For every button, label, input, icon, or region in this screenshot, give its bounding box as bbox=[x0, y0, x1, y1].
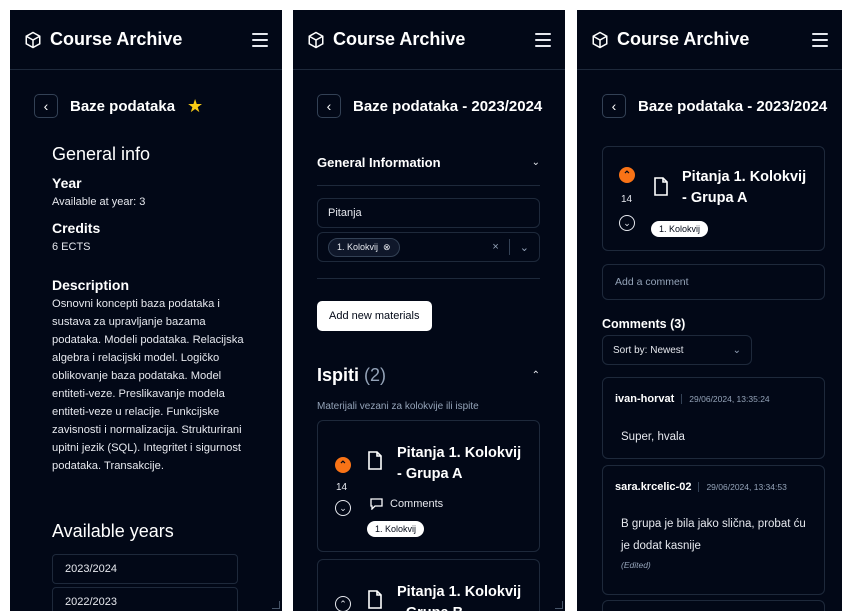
filter-chip[interactable]: 1. Kolokvij ⊗ bbox=[328, 237, 400, 257]
chevron-down-icon: ⌄ bbox=[531, 157, 540, 168]
app-header: Course Archive bbox=[577, 10, 842, 70]
comment-item: ivan-horvat 29/06/2024, 13:35:24 Super, … bbox=[602, 377, 825, 459]
available-years-heading: Available years bbox=[52, 521, 174, 541]
cube-logo-icon bbox=[25, 31, 41, 48]
page-title: Baze podataka - 2023/2024 bbox=[353, 97, 543, 115]
year-value: Available at year: 3 bbox=[52, 196, 146, 208]
course-detail-panel: Course Archive ‹ Baze podataka ★ General… bbox=[10, 10, 282, 611]
brand-name[interactable]: Course Archive bbox=[333, 29, 535, 50]
clear-icon[interactable]: × bbox=[492, 241, 498, 253]
course-year-panel: Course Archive ‹ Baze podataka - 2023/20… bbox=[293, 10, 565, 611]
material-title[interactable]: Pitanja 1. Kolokvij - Grupa B bbox=[397, 582, 522, 611]
add-materials-button[interactable]: Add new materials bbox=[317, 301, 432, 331]
title-row: ‹ Baze podataka - 2023/2024 bbox=[317, 94, 542, 118]
comment-date: 29/06/2024, 13:34:53 bbox=[698, 482, 787, 492]
section-count: (2) bbox=[364, 365, 387, 385]
upvote-icon[interactable]: ⌃ bbox=[335, 457, 351, 473]
document-icon bbox=[654, 177, 668, 196]
comments-heading: Comments (3) bbox=[602, 317, 686, 331]
chevron-up-icon: ⌃ bbox=[531, 370, 540, 381]
comment-item: sara.krcelic-02 29/06/2024, 13:34:53 B g… bbox=[602, 465, 825, 595]
upvote-icon[interactable]: ⌃ bbox=[619, 167, 635, 183]
page-title: Baze podataka bbox=[70, 97, 176, 115]
comment-text: B grupa je bila jako slična, probat ću j… bbox=[621, 518, 806, 552]
downvote-icon[interactable]: ⌄ bbox=[335, 500, 351, 516]
document-icon bbox=[368, 590, 382, 609]
comment-author[interactable]: sara.krcelic-02 bbox=[615, 481, 691, 493]
sort-select[interactable]: Sort by: Newest ⌄ bbox=[602, 335, 752, 365]
comment-icon bbox=[370, 498, 383, 510]
general-information-accordion[interactable]: General Information ⌄ bbox=[317, 155, 540, 170]
vote-count: 14 bbox=[621, 194, 633, 205]
material-card[interactable]: ⌃ Pitanja 1. Kolokvij - Grupa B bbox=[317, 559, 540, 611]
comment-input[interactable]: Add a comment bbox=[602, 264, 825, 300]
resize-handle[interactable] bbox=[272, 601, 280, 609]
downvote-icon[interactable]: ⌄ bbox=[619, 215, 635, 231]
upvote-icon[interactable]: ⌃ bbox=[335, 596, 351, 611]
vote-count: 14 bbox=[336, 482, 348, 493]
document-icon bbox=[368, 451, 382, 470]
ispiti-accordion[interactable]: Ispiti (2) ⌃ bbox=[317, 365, 540, 386]
comment-item bbox=[602, 600, 825, 611]
app-header: Course Archive bbox=[293, 10, 565, 70]
accordion-label: General Information bbox=[317, 155, 441, 170]
comments-link[interactable]: Comments bbox=[370, 498, 443, 510]
year-label: Year bbox=[52, 175, 82, 191]
divider bbox=[317, 278, 540, 279]
back-button[interactable]: ‹ bbox=[317, 94, 341, 118]
material-title[interactable]: Pitanja 1. Kolokvij - Grupa A bbox=[397, 443, 522, 485]
comment-date: 29/06/2024, 13:35:24 bbox=[681, 394, 770, 404]
description-label: Description bbox=[52, 277, 130, 293]
material-tag: 1. Kolokvij bbox=[367, 521, 425, 537]
credits-label: Credits bbox=[52, 220, 101, 236]
section-subtitle: Materijali vezani za kolokvije ili ispit… bbox=[317, 401, 479, 412]
brand-name[interactable]: Course Archive bbox=[617, 29, 812, 50]
tag-filter-select[interactable]: 1. Kolokvij ⊗ × ⌄ bbox=[317, 232, 540, 262]
resize-handle[interactable] bbox=[555, 601, 563, 609]
sort-label: Sort by: Newest bbox=[613, 344, 684, 356]
comment-placeholder: Add a comment bbox=[615, 276, 689, 288]
chevron-left-icon: ‹ bbox=[611, 98, 617, 114]
divider bbox=[317, 185, 540, 186]
general-info-heading: General info bbox=[52, 144, 151, 164]
comment-text: Super, hvala bbox=[621, 431, 685, 443]
comment-author[interactable]: ivan-horvat bbox=[615, 393, 674, 405]
edited-label: (Edited) bbox=[621, 560, 651, 570]
brand-name[interactable]: Course Archive bbox=[50, 29, 252, 50]
credits-value: 6 ECTS bbox=[52, 241, 91, 253]
cube-logo-icon bbox=[592, 31, 608, 48]
back-button[interactable]: ‹ bbox=[602, 94, 626, 118]
material-tag: 1. Kolokvij bbox=[651, 221, 709, 237]
page-title: Baze podataka - 2023/2024 bbox=[638, 97, 828, 115]
title-row: ‹ Baze podataka - 2023/2024 bbox=[602, 94, 827, 118]
chevron-left-icon: ‹ bbox=[43, 98, 49, 114]
chevron-left-icon: ‹ bbox=[326, 98, 332, 114]
material-card[interactable]: ⌃ 14 ⌄ Pitanja 1. Kolokvij - Grupa A Com… bbox=[317, 420, 540, 552]
year-option[interactable]: 2022/2023 bbox=[52, 587, 238, 611]
search-input[interactable]: Pitanja bbox=[317, 198, 540, 228]
back-button[interactable]: ‹ bbox=[34, 94, 58, 118]
comments-label: Comments bbox=[390, 498, 444, 510]
description-text: Osnovni koncepti baza podataka i sustava… bbox=[52, 298, 244, 472]
material-card: ⌃ 14 ⌄ Pitanja 1. Kolokvij - Grupa A 1. … bbox=[602, 146, 825, 251]
remove-chip-icon[interactable]: ⊗ bbox=[383, 242, 391, 253]
favorite-star-icon[interactable]: ★ bbox=[187, 96, 203, 117]
year-option[interactable]: 2023/2024 bbox=[52, 554, 238, 584]
section-title: Ispiti bbox=[317, 365, 360, 385]
cube-logo-icon bbox=[308, 31, 324, 48]
chevron-down-icon[interactable]: ⌄ bbox=[520, 241, 529, 254]
filter-chip-label: 1. Kolokvij bbox=[337, 242, 379, 252]
hamburger-menu-icon[interactable] bbox=[812, 32, 828, 47]
chevron-down-icon: ⌄ bbox=[732, 344, 741, 356]
title-row: ‹ Baze podataka ★ bbox=[34, 94, 203, 118]
app-header: Course Archive bbox=[10, 10, 282, 70]
material-detail-panel: Course Archive ‹ Baze podataka - 2023/20… bbox=[577, 10, 842, 611]
material-title: Pitanja 1. Kolokvij - Grupa A bbox=[682, 169, 807, 206]
hamburger-menu-icon[interactable] bbox=[535, 32, 551, 47]
hamburger-menu-icon[interactable] bbox=[252, 32, 268, 47]
